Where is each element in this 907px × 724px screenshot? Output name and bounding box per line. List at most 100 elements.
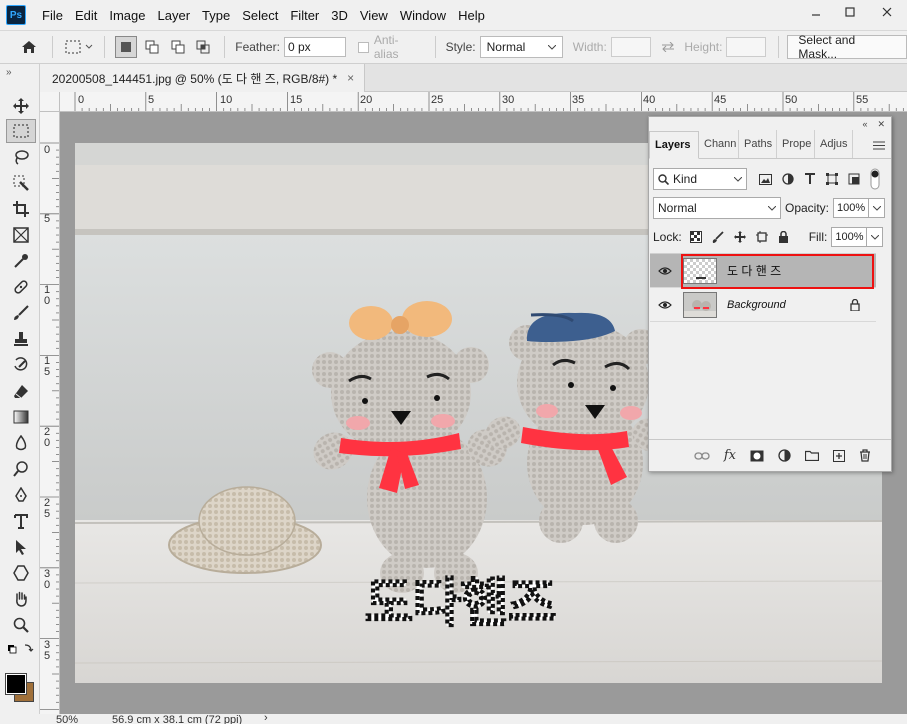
folder-icon[interactable] bbox=[805, 450, 819, 461]
healing-brush-tool[interactable] bbox=[6, 275, 36, 299]
menu-3d[interactable]: 3D bbox=[325, 8, 354, 23]
menu-select[interactable]: Select bbox=[236, 8, 284, 23]
crop-tool[interactable] bbox=[6, 197, 36, 221]
eyedropper-icon bbox=[14, 254, 28, 268]
path-selection-tool[interactable] bbox=[6, 535, 36, 559]
menu-image[interactable]: Image bbox=[103, 8, 151, 23]
history-brush-tool[interactable] bbox=[6, 353, 36, 377]
lock-position-icon[interactable] bbox=[733, 231, 746, 243]
pen-tool[interactable] bbox=[6, 483, 36, 507]
quick-selection-tool[interactable] bbox=[6, 171, 36, 195]
foreground-color-swatch[interactable] bbox=[5, 673, 27, 695]
lock-all-icon[interactable] bbox=[778, 231, 789, 243]
filter-toggle-icon[interactable] bbox=[870, 168, 880, 190]
blend-mode-select[interactable]: Normal bbox=[653, 197, 781, 219]
blur-tool[interactable] bbox=[6, 431, 36, 455]
eraser-tool[interactable] bbox=[6, 379, 36, 403]
trash-icon[interactable] bbox=[859, 449, 871, 462]
new-selection-button[interactable] bbox=[115, 36, 137, 58]
swap-dimensions-button[interactable] bbox=[651, 42, 685, 52]
tab-layers[interactable]: Layers bbox=[649, 131, 699, 159]
feather-input[interactable] bbox=[283, 37, 346, 57]
ruler-h-label: 20 bbox=[360, 94, 373, 106]
fill-input[interactable]: 100% bbox=[831, 227, 868, 247]
menu-window[interactable]: Window bbox=[394, 8, 452, 23]
layer-name[interactable]: Background bbox=[727, 299, 786, 311]
height-input[interactable] bbox=[726, 37, 767, 57]
minimize-button[interactable] bbox=[799, 0, 833, 24]
smart-object-filter-icon[interactable] bbox=[848, 173, 860, 185]
fill-dropdown[interactable] bbox=[867, 227, 884, 247]
intersect-selection-button[interactable] bbox=[192, 36, 214, 58]
close-tab-icon[interactable]: × bbox=[347, 71, 354, 85]
color-swap-controls[interactable] bbox=[6, 642, 36, 658]
adjustment-icon[interactable] bbox=[778, 449, 791, 462]
home-button[interactable] bbox=[14, 40, 44, 54]
layer-row-background[interactable]: Background bbox=[650, 288, 876, 322]
fx-icon[interactable]: fx bbox=[724, 448, 736, 463]
layers-scrollbar[interactable] bbox=[876, 254, 890, 439]
style-select[interactable]: Normal bbox=[479, 36, 563, 58]
gradient-tool[interactable] bbox=[6, 405, 36, 429]
hand-tool[interactable] bbox=[6, 587, 36, 611]
antialias-checkbox[interactable] bbox=[357, 41, 369, 53]
tab-paths[interactable]: Paths bbox=[739, 130, 777, 158]
mask-icon[interactable] bbox=[750, 450, 764, 462]
menu-help[interactable]: Help bbox=[452, 8, 491, 23]
select-and-mask-button[interactable]: Select and Mask... bbox=[787, 33, 907, 61]
chevron-down-icon bbox=[547, 44, 556, 50]
horizontal-ruler[interactable]: 0 5 10 15 20 25 30 35 40 45 50 55 bbox=[60, 92, 907, 112]
collapse-panel-icon[interactable]: « bbox=[862, 119, 867, 129]
menu-type[interactable]: Type bbox=[196, 8, 236, 23]
toolbar-collapse-icon[interactable]: » bbox=[0, 64, 39, 80]
opacity-input[interactable]: 100% bbox=[833, 198, 870, 218]
zoom-tool[interactable] bbox=[6, 613, 36, 637]
panel-menu-icon[interactable] bbox=[873, 139, 885, 153]
maximize-button[interactable] bbox=[833, 0, 867, 24]
marquee-preset-picker[interactable] bbox=[63, 40, 99, 54]
shape-tool[interactable] bbox=[6, 561, 36, 585]
opacity-dropdown[interactable] bbox=[869, 198, 886, 218]
subtract-selection-button[interactable] bbox=[167, 36, 189, 58]
dodge-tool[interactable] bbox=[6, 457, 36, 481]
filter-kind-select[interactable]: Kind bbox=[653, 168, 747, 190]
ruler-v-label: 25 bbox=[44, 497, 51, 520]
brush-tool[interactable] bbox=[6, 301, 36, 325]
menu-filter[interactable]: Filter bbox=[284, 8, 325, 23]
eyedropper-tool[interactable] bbox=[6, 249, 36, 273]
document-tab[interactable]: 20200508_144451.jpg @ 50% (도 다 핸 즈, RGB/… bbox=[40, 64, 366, 92]
type-tool[interactable] bbox=[6, 509, 36, 533]
vertical-ruler[interactable]: 0 5 10 15 20 25 30 35 bbox=[40, 112, 60, 714]
rectangular-marquee-tool[interactable] bbox=[6, 119, 36, 143]
move-tool[interactable] bbox=[6, 94, 36, 118]
type-filter-icon[interactable] bbox=[804, 173, 816, 185]
visibility-toggle[interactable] bbox=[650, 300, 680, 309]
link-icon[interactable] bbox=[694, 451, 710, 461]
menu-view[interactable]: View bbox=[354, 8, 394, 23]
menu-file[interactable]: File bbox=[36, 8, 69, 23]
shape-filter-icon[interactable] bbox=[826, 173, 838, 185]
width-input[interactable] bbox=[610, 37, 651, 57]
panel-header: « ✕ bbox=[649, 117, 891, 131]
zoom-level[interactable]: 50% bbox=[56, 714, 78, 724]
ruler-origin[interactable] bbox=[40, 92, 60, 112]
close-window-button[interactable] bbox=[867, 0, 907, 24]
lasso-tool[interactable] bbox=[6, 145, 36, 169]
menu-layer[interactable]: Layer bbox=[152, 8, 197, 23]
lock-transparent-icon[interactable] bbox=[689, 231, 702, 243]
frame-tool[interactable] bbox=[6, 223, 36, 247]
visibility-toggle[interactable] bbox=[650, 266, 680, 275]
lock-artboard-icon[interactable] bbox=[755, 231, 768, 243]
new-layer-icon[interactable] bbox=[833, 449, 845, 462]
tab-properties[interactable]: Prope bbox=[777, 130, 815, 158]
lock-pixels-icon[interactable] bbox=[712, 231, 724, 243]
clone-stamp-tool[interactable] bbox=[6, 327, 36, 351]
menu-edit[interactable]: Edit bbox=[69, 8, 103, 23]
pixel-filter-icon[interactable] bbox=[759, 173, 772, 185]
close-panel-icon[interactable]: ✕ bbox=[877, 119, 885, 130]
adjustment-filter-icon[interactable] bbox=[782, 173, 794, 185]
add-selection-button[interactable] bbox=[141, 36, 163, 58]
tab-adjustments[interactable]: Adjus bbox=[815, 130, 853, 158]
tab-channels[interactable]: Chann bbox=[699, 130, 739, 158]
status-chevron-icon[interactable]: › bbox=[264, 712, 268, 724]
